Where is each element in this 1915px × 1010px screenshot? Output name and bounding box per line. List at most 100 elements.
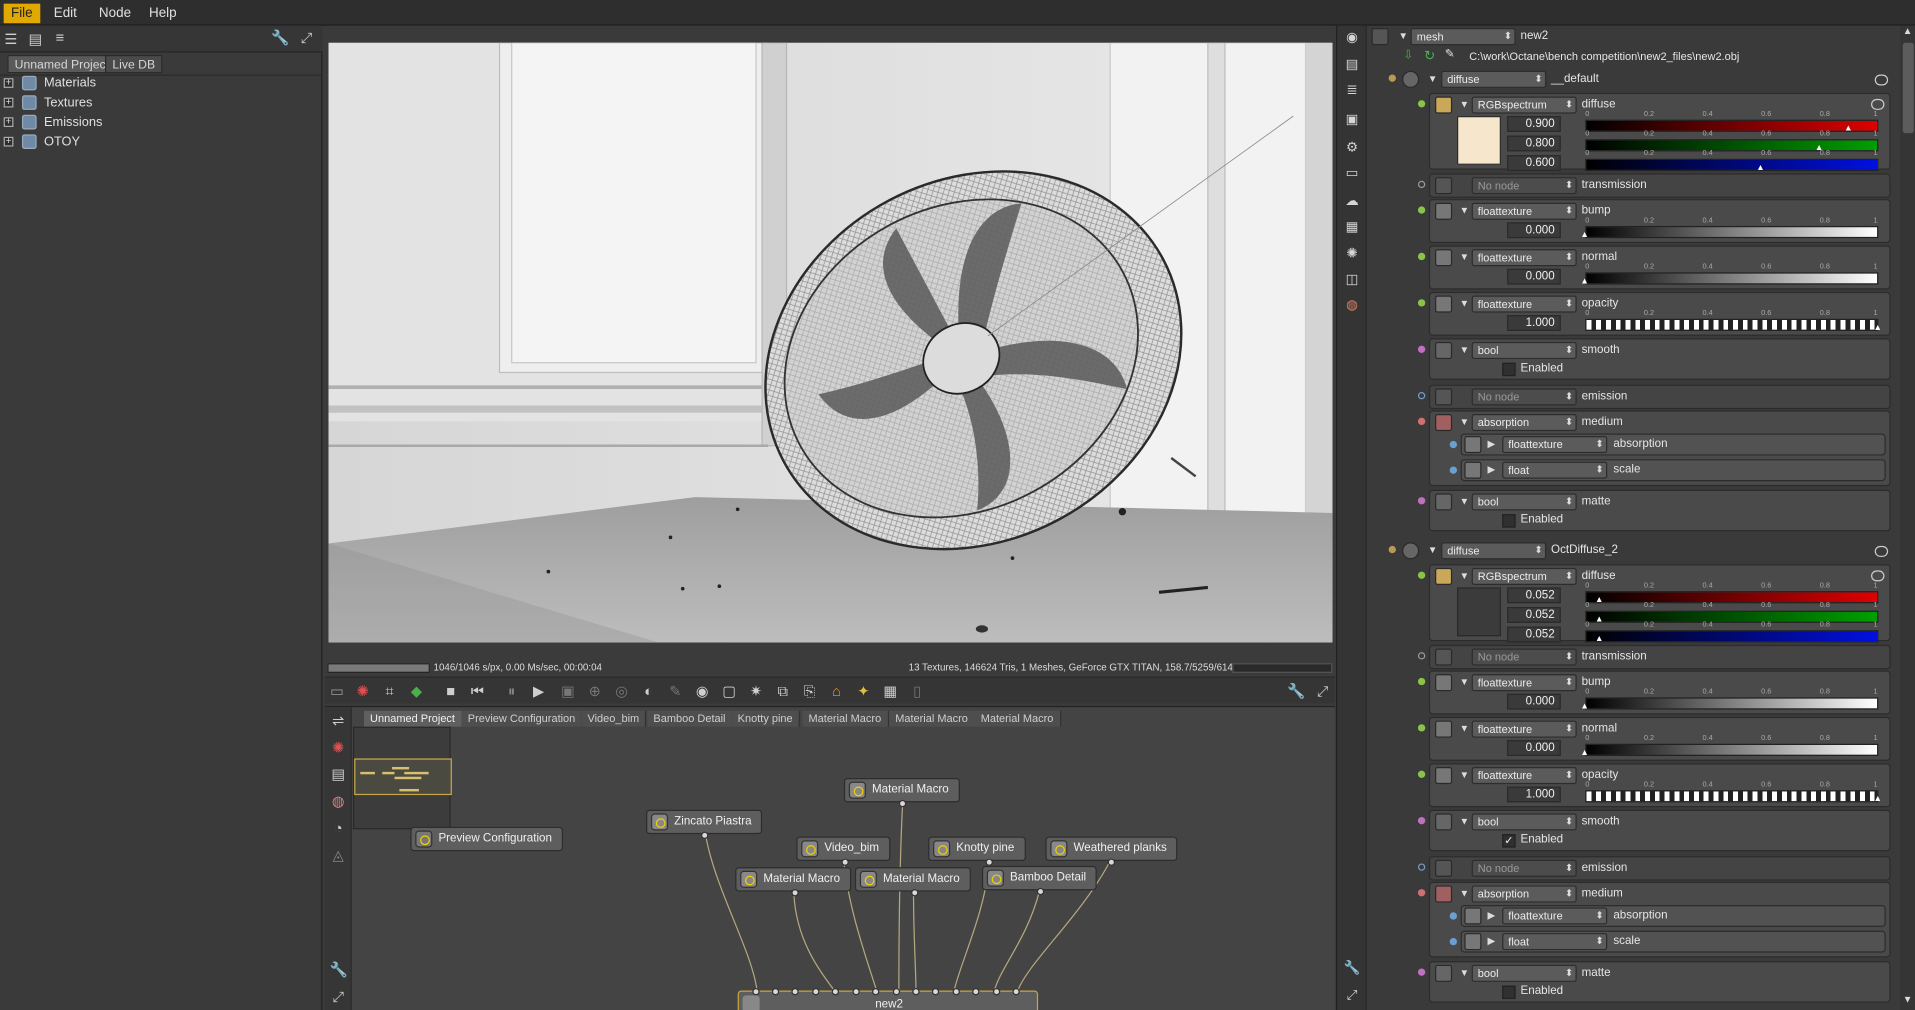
input-pin[interactable] (872, 988, 880, 996)
green-slider[interactable] (1585, 610, 1879, 623)
input-pin[interactable] (972, 988, 980, 996)
menu-edit[interactable]: Edit (46, 4, 84, 24)
slider-handle[interactable]: ▲ (1580, 749, 1588, 758)
slider-handle[interactable]: ▲ (1580, 231, 1588, 240)
output-pin[interactable] (985, 858, 993, 866)
output-pin[interactable] (898, 799, 907, 808)
paste-icon[interactable]: ⎘ (801, 683, 818, 700)
input-pin[interactable] (831, 988, 840, 996)
collapse-icon[interactable]: ▼ (1428, 73, 1438, 85)
environment-icon[interactable]: ☁ (1343, 193, 1360, 210)
tree-item-materials[interactable]: + Materials (0, 73, 244, 93)
matte-checkbox[interactable] (1502, 985, 1516, 1000)
slider-handle[interactable]: ▲ (1873, 324, 1881, 333)
input-pin[interactable] (1012, 988, 1020, 996)
input-pin[interactable] (1417, 677, 1426, 686)
input-pin[interactable] (1417, 889, 1426, 897)
input-pin[interactable] (791, 988, 799, 996)
list-icon[interactable]: ≣ (1343, 82, 1360, 99)
visibility-icon[interactable] (1874, 74, 1889, 86)
input-pin[interactable] (1417, 652, 1426, 660)
input-pin[interactable] (1417, 817, 1426, 825)
material-type-dropdown[interactable]: diffuse (1441, 542, 1547, 560)
material-type-dropdown[interactable]: diffuse (1441, 70, 1547, 88)
input-pin[interactable] (992, 988, 1001, 996)
expand-icon[interactable]: + (3, 136, 14, 147)
input-pin[interactable] (1417, 252, 1426, 261)
decal-icon[interactable]: ✷ (747, 683, 764, 700)
material-pin[interactable] (1388, 74, 1396, 82)
output-pin[interactable] (1107, 858, 1116, 866)
slider-handle[interactable]: ▲ (1595, 596, 1603, 605)
maximize-icon[interactable]: ⤢ (1314, 683, 1331, 700)
input-pin[interactable] (1449, 466, 1458, 474)
material-picker-icon[interactable]: ✎ (667, 683, 684, 700)
matte-checkbox[interactable] (1502, 514, 1516, 528)
blue-slider[interactable] (1585, 630, 1879, 643)
normal-type-dropdown[interactable]: floattexture (1471, 720, 1577, 738)
bump-type-dropdown[interactable]: floattexture (1471, 674, 1577, 692)
collapse-icon[interactable]: ▼ (1459, 816, 1469, 828)
b-value-field[interactable]: 0.052 (1507, 626, 1561, 643)
maximize-icon[interactable]: ⤢ (1343, 987, 1360, 1004)
slider-handle[interactable]: ▲ (1873, 795, 1881, 804)
white-balance-icon[interactable]: ◐ (640, 683, 657, 700)
bump-slider[interactable] (1585, 697, 1879, 710)
input-pin[interactable] (1417, 345, 1426, 353)
emission-dropdown[interactable]: No node (1471, 859, 1577, 877)
focus-picker-icon[interactable]: ⊕ (586, 683, 603, 700)
tab-live-db[interactable]: Live DB (105, 54, 163, 74)
tree-item-textures[interactable]: + Textures (0, 93, 244, 113)
scrollbar-thumb[interactable] (1902, 42, 1914, 134)
node-zincato-piastra[interactable]: Zincato Piastra (646, 809, 763, 840)
diffuse-type-dropdown[interactable]: RGBspectrum (1471, 96, 1577, 114)
collapse-icon[interactable]: ▼ (1459, 496, 1469, 508)
emission-dropdown[interactable]: No node (1471, 388, 1577, 406)
smooth-checkbox[interactable]: ✓ (1502, 834, 1516, 848)
node-graph-editor[interactable]: ⇌ ✺ ▤ ◍ ◔ ◬ 🔧 ⤢ Unnamed Project Preview … (324, 705, 1335, 1010)
collapse-icon[interactable]: ▼ (1459, 677, 1469, 689)
medium-sub-dropdown[interactable]: floattexture (1502, 907, 1608, 925)
cube-icon[interactable]: ◆ (408, 683, 425, 700)
slider-handle[interactable]: ▲ (1756, 164, 1764, 173)
color-swatch[interactable] (1457, 587, 1501, 637)
expand-icon[interactable]: + (3, 97, 14, 108)
node-material-macro-left[interactable]: Material Macro (735, 867, 852, 897)
wrench-icon[interactable]: 🔧 (271, 29, 289, 46)
output-pin[interactable] (701, 831, 709, 840)
input-pin[interactable] (852, 988, 860, 996)
sub-sampling-icon[interactable]: ▢ (721, 683, 738, 700)
clear-icon[interactable]: ▯ (909, 683, 926, 700)
input-pin[interactable] (1417, 770, 1426, 778)
bump-type-dropdown[interactable]: floattexture (1471, 202, 1577, 220)
film-icon[interactable]: ▭ (1343, 165, 1360, 182)
expand-icon[interactable]: ▶ (1488, 438, 1496, 450)
color-swatch[interactable] (1457, 116, 1501, 165)
expand-icon[interactable]: ▶ (1488, 910, 1496, 922)
scroll-up-icon[interactable]: ▲ (1903, 26, 1913, 37)
lock-viewport-icon[interactable]: ◎ (613, 683, 630, 700)
normal-slider[interactable] (1585, 272, 1879, 285)
input-pin[interactable] (1417, 299, 1426, 307)
input-pin[interactable] (892, 988, 901, 996)
b-value-field[interactable]: 0.600 (1507, 155, 1561, 171)
input-pin[interactable] (1417, 206, 1426, 214)
inspector-scrollbar[interactable]: ▲ ▼ (1900, 25, 1915, 1010)
smooth-type-dropdown[interactable]: bool (1471, 813, 1577, 831)
collapse-icon[interactable]: ▼ (1459, 416, 1469, 428)
pause-icon[interactable]: ⏸ (503, 683, 520, 700)
output-pin[interactable] (911, 889, 919, 897)
outliner-save-icon[interactable]: ▤ (27, 31, 44, 48)
red-slider[interactable] (1585, 591, 1879, 604)
node-preview-configuration[interactable]: Preview Configuration (410, 826, 563, 852)
load-file-icon[interactable]: ⇩ (1403, 49, 1413, 62)
smooth-checkbox[interactable] (1502, 362, 1516, 377)
collapse-icon[interactable]: ▼ (1398, 31, 1408, 43)
lock-icon[interactable]: ⌂ (828, 683, 845, 700)
wrench-icon[interactable]: 🔧 (1343, 960, 1361, 977)
input-pin[interactable] (1449, 937, 1458, 946)
material-pin[interactable] (1388, 545, 1396, 554)
menu-file[interactable]: File (3, 3, 40, 24)
node-bamboo-detail[interactable]: Bamboo Detail (981, 865, 1098, 896)
normal-slider[interactable] (1585, 743, 1879, 756)
